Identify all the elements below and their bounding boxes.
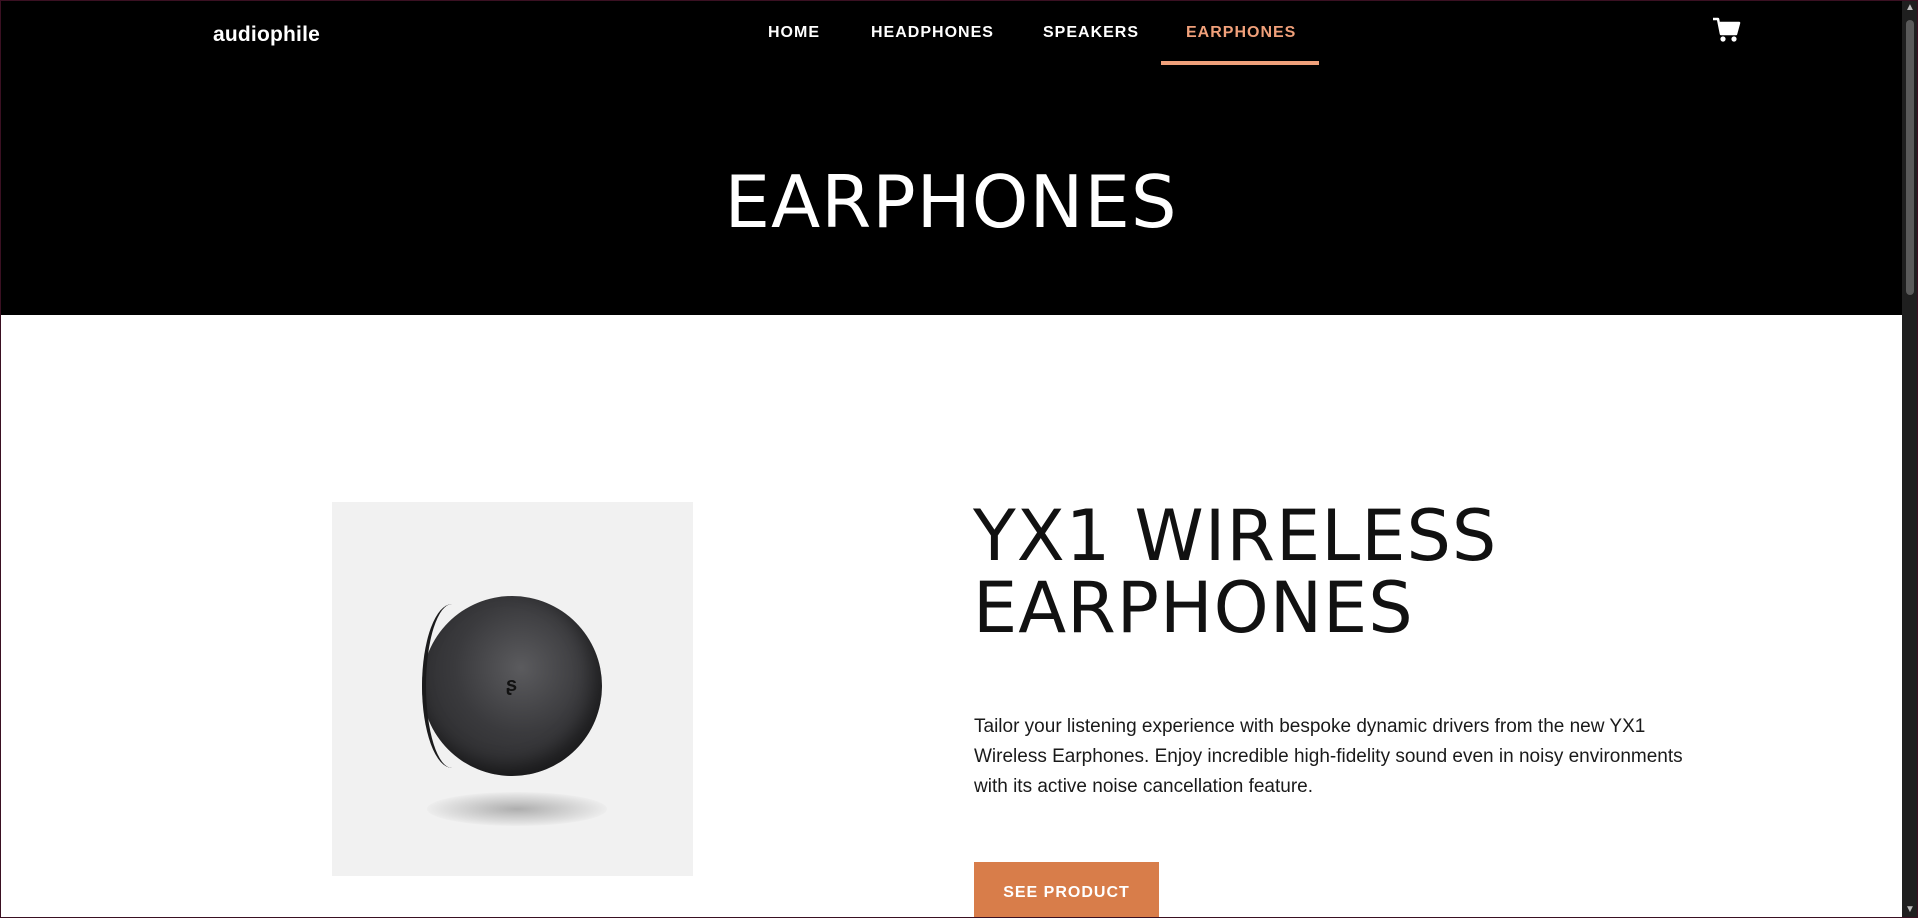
scroll-up-icon[interactable]: ▲: [1902, 0, 1918, 16]
nav-active-indicator: [1161, 61, 1319, 65]
product-image: ʂ: [332, 502, 693, 876]
scroll-down-icon[interactable]: ▼: [1902, 902, 1918, 918]
main-nav: HOME HEADPHONES SPEAKERS EARPHONES: [0, 0, 1902, 66]
product-title: YX1 WIRELESS EARPHONES: [973, 500, 1673, 644]
cart-icon[interactable]: [1712, 16, 1742, 44]
nav-item-earphones[interactable]: EARPHONES: [1186, 24, 1296, 42]
scrollbar[interactable]: ▲ ▼: [1902, 0, 1918, 918]
product-description: Tailor your listening experience with be…: [974, 716, 1683, 797]
nav-item-speakers[interactable]: SPEAKERS: [1043, 24, 1139, 42]
earbud-rim: [422, 604, 482, 768]
earbud-image-icon: ʂ: [422, 596, 602, 776]
see-product-button[interactable]: SEE PRODUCT: [974, 862, 1159, 918]
product-title-line-2: EARPHONES: [973, 567, 1414, 649]
cart-icon-svg: [1713, 17, 1741, 42]
earbud-logo-icon: ʂ: [506, 674, 518, 696]
site-header: audiophile HOME HEADPHONES SPEAKERS EARP…: [0, 0, 1902, 315]
scroll-thumb[interactable]: [1906, 20, 1914, 295]
page-title: EARPHONES: [724, 160, 1178, 244]
nav-item-home[interactable]: HOME: [768, 24, 820, 42]
nav-item-headphones[interactable]: HEADPHONES: [871, 24, 994, 42]
product-title-line-1: YX1 WIRELESS: [973, 495, 1498, 577]
earbud-shadow: [427, 792, 607, 826]
